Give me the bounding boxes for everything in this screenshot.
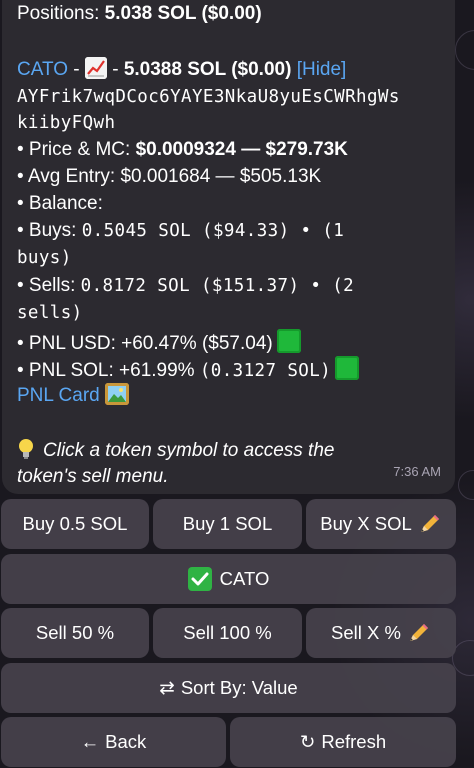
- framed-picture-icon: [105, 383, 129, 405]
- pnl-sol-line: • PNL SOL: +61.99% (0.3127 SOL): [17, 356, 360, 383]
- token-cato-button[interactable]: CATO: [1, 554, 456, 604]
- button-label: Buy X SOL: [320, 513, 412, 534]
- pnl-card-line: PNL Card: [17, 383, 129, 408]
- sells-line: • Sells: 0.8172 SOL ($151.37) • (2: [17, 274, 354, 298]
- price-mc-label: • Price & MC:: [17, 139, 136, 160]
- positions-label: Positions:: [17, 3, 105, 24]
- sell-100-button[interactable]: Sell 100 %: [153, 608, 302, 658]
- refresh-button[interactable]: ↻ Refresh: [230, 717, 456, 767]
- hint-text: Click a token symbol to access the: [43, 440, 335, 461]
- token-address[interactable]: AYFrik7wqDCoc6YAYE3NkaU8yuEsCWRhgWs: [17, 85, 400, 109]
- pnl-sol-text: • PNL SOL: +61.99%: [17, 360, 200, 381]
- button-label: Sell X %: [331, 622, 401, 643]
- buy-1-sol-button[interactable]: Buy 1 SOL: [153, 499, 302, 549]
- sells-value: 0.8172 SOL ($151.37) • (2: [80, 276, 355, 296]
- token-symbol-link[interactable]: CATO: [17, 59, 68, 80]
- button-label: Sort By: Value: [180, 677, 298, 698]
- button-label: Buy 0.5 SOL: [22, 513, 128, 534]
- sell-50-button[interactable]: Sell 50 %: [1, 608, 149, 658]
- balance-line: • Balance:: [17, 193, 103, 214]
- sort-by-value-button[interactable]: ⇄ Sort By: Value: [1, 663, 456, 713]
- chart-increasing-icon: [84, 57, 107, 79]
- pnl-sol-value: (0.3127 SOL): [199, 361, 332, 381]
- sells-value-continued: sells): [17, 303, 83, 323]
- message-timestamp: 7:36 AM: [393, 464, 441, 479]
- chat-screen: Positions: 5.038 SOL ($0.00) CATO - - 5.…: [0, 0, 474, 768]
- hide-link[interactable]: [Hide]: [297, 59, 347, 80]
- refresh-icon: ↻: [299, 731, 316, 752]
- positions-line: Positions: 5.038 SOL ($0.00): [17, 2, 262, 26]
- swap-arrows-icon: ⇄: [159, 677, 175, 698]
- token-amount: 5.0388 SOL ($0.00): [123, 59, 292, 80]
- message-bubble: Positions: 5.038 SOL ($0.00) CATO - - 5.…: [2, 0, 455, 494]
- button-label: Buy 1 SOL: [182, 513, 273, 534]
- button-label: Sell 50 %: [35, 622, 115, 643]
- button-label: Refresh: [321, 731, 387, 752]
- positions-value: 5.038 SOL ($0.00): [104, 3, 262, 24]
- button-label: Back: [105, 731, 147, 752]
- light-bulb-icon: [17, 438, 35, 460]
- background-doodle: [458, 470, 474, 500]
- check-mark-icon: [187, 567, 212, 591]
- price-mc-line: • Price & MC: $0.0009324 — $279.73K: [17, 138, 348, 162]
- buys-value: 0.5045 SOL ($94.33) • (1: [81, 221, 345, 241]
- avg-entry-line: • Avg Entry: $0.001684 — $505.13K: [17, 166, 322, 187]
- green-square-icon: [335, 356, 360, 380]
- button-label: Sell 100 %: [183, 622, 272, 643]
- buy-x-sol-button[interactable]: Buy X SOL: [306, 499, 456, 549]
- back-button[interactable]: ← Back: [1, 717, 226, 767]
- price-mc-value: $0.0009324 — $279.73K: [135, 139, 348, 160]
- separator: -: [106, 59, 124, 80]
- buys-line: • Buys: 0.5045 SOL ($94.33) • (1: [17, 219, 344, 243]
- separator: -: [68, 59, 85, 80]
- pencil-icon: [418, 513, 442, 535]
- pnl-card-link[interactable]: PNL Card: [17, 385, 100, 406]
- green-square-icon: [276, 329, 301, 353]
- background-doodle: [455, 30, 474, 70]
- sells-label: • Sells:: [17, 275, 81, 296]
- hint-line: Click a token symbol to access the: [17, 438, 334, 463]
- token-address-continued[interactable]: kiibyFQwh: [17, 111, 115, 135]
- pencil-icon: [407, 622, 431, 644]
- token-header-line: CATO - - 5.0388 SOL ($0.00) [Hide]: [17, 57, 346, 82]
- buys-label: • Buys:: [17, 220, 82, 241]
- back-arrow-icon: ←: [80, 731, 100, 752]
- hint-text-continued: token's sell menu.: [17, 466, 169, 487]
- pnl-usd-line: • PNL USD: +60.47% ($57.04): [17, 329, 301, 356]
- sell-x-button[interactable]: Sell X %: [306, 608, 456, 658]
- pnl-usd-text: • PNL USD: +60.47% ($57.04): [17, 333, 273, 354]
- buys-value-continued: buys): [17, 248, 72, 268]
- button-label: CATO: [219, 568, 270, 589]
- buy-05-sol-button[interactable]: Buy 0.5 SOL: [1, 499, 149, 549]
